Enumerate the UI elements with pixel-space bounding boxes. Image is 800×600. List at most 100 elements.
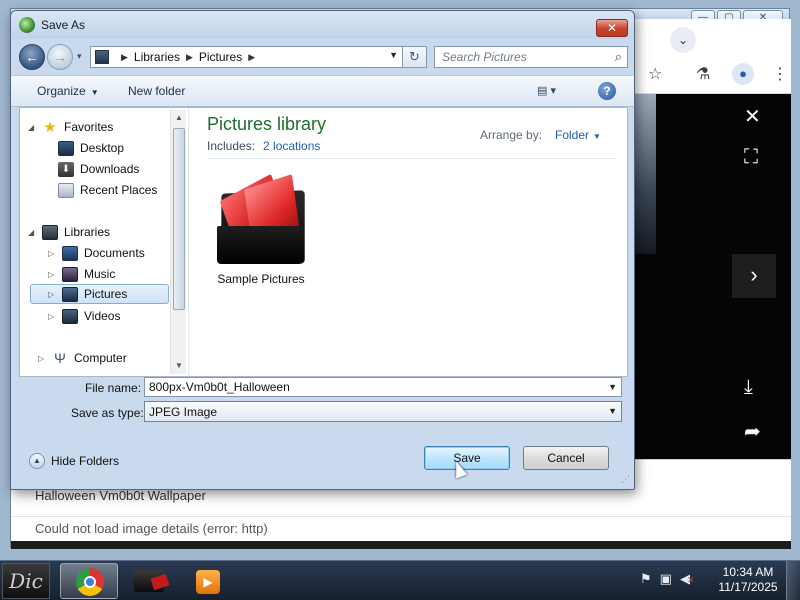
image-caption: Halloween Vm0b0t Wallpaper: [35, 488, 206, 503]
collapsed-arrow-icon[interactable]: ▷: [48, 290, 58, 299]
search-box[interactable]: ⌕: [434, 46, 628, 68]
dialog-title: Save As: [41, 18, 86, 32]
browser-tabstrip: ⌄: [634, 19, 791, 54]
hide-folders-label: Hide Folders: [51, 454, 120, 468]
close-viewer-icon[interactable]: ✕: [744, 104, 761, 129]
save-as-dialog: Save As ✕ ← → ▾ ▶ Libraries ▶ Pictures ▶…: [10, 10, 635, 490]
library-includes: Includes: 2 locations: [207, 139, 320, 153]
navigation-scrollbar[interactable]: ▲ ▼: [170, 110, 186, 374]
breadcrumb-separator-icon[interactable]: ▶: [186, 52, 193, 63]
start-button[interactable]: Dic: [2, 563, 50, 599]
network-icon[interactable]: ▣: [660, 571, 672, 587]
file-name-input[interactable]: [149, 380, 621, 394]
chrome-app-icon: [19, 17, 35, 33]
collapsed-arrow-icon[interactable]: ▷: [48, 312, 58, 321]
action-center-flag-icon[interactable]: ⚑: [640, 571, 652, 587]
locations-link[interactable]: 2 locations: [263, 139, 320, 153]
scroll-down-icon[interactable]: ▼: [171, 358, 187, 374]
kebab-menu-icon[interactable]: ⋮: [772, 64, 788, 84]
search-input[interactable]: [435, 47, 607, 67]
cancel-button[interactable]: Cancel: [523, 446, 609, 470]
new-folder-button[interactable]: New folder: [128, 84, 185, 98]
share-icon[interactable]: ➦: [744, 419, 761, 444]
music-icon: [62, 266, 78, 282]
file-name-field[interactable]: ▼: [144, 377, 622, 397]
libraries-location-icon: [95, 50, 109, 64]
downloads-icon: ⬇: [58, 161, 74, 177]
collapsed-arrow-icon[interactable]: ▷: [38, 354, 48, 363]
tree-item-computer[interactable]: ▷ Ψ Computer: [38, 348, 127, 368]
breadcrumb-libraries[interactable]: Libraries: [134, 50, 180, 64]
tree-item-libraries[interactable]: ◢ Libraries: [28, 222, 110, 242]
breadcrumb-separator-icon[interactable]: ▶: [121, 52, 128, 63]
next-image-button[interactable]: ›: [732, 254, 776, 298]
download-icon[interactable]: ⤓: [744, 376, 753, 399]
fullscreen-icon[interactable]: ⛶: [744, 146, 758, 169]
documents-icon: [62, 245, 78, 261]
taskbar-media-player-button[interactable]: ▶: [180, 563, 238, 599]
volume-muted-icon[interactable]: ◀ ✕: [680, 571, 695, 587]
navigation-pane: ◢ ★ Favorites Desktop ⬇ Downloads Recent…: [20, 108, 188, 376]
save-button[interactable]: Save: [424, 446, 510, 470]
collapsed-arrow-icon[interactable]: ▷: [48, 270, 58, 279]
tree-item-desktop[interactable]: Desktop: [42, 138, 124, 158]
tab-search-chevron-icon[interactable]: ⌄: [670, 27, 696, 53]
dialog-close-button[interactable]: ✕: [596, 19, 628, 37]
desktop-icon: [58, 140, 74, 156]
bookmark-star-icon[interactable]: ☆: [648, 64, 662, 84]
back-button[interactable]: ←: [19, 44, 45, 70]
scrollbar-thumb[interactable]: [173, 128, 185, 310]
resize-grip-icon[interactable]: ⋰: [621, 474, 630, 485]
breadcrumb-pictures[interactable]: Pictures: [199, 50, 242, 64]
folder-item-sample-pictures[interactable]: Sample Pictures: [207, 173, 307, 290]
tree-item-videos[interactable]: ▷ Videos: [48, 306, 120, 326]
arrange-by-value: Folder: [555, 128, 590, 142]
breadcrumb-separator-icon[interactable]: ▶: [248, 52, 255, 63]
hide-folders-button[interactable]: ▲ Hide Folders: [29, 451, 119, 471]
tree-item-label: Downloads: [80, 162, 140, 176]
expanded-arrow-icon[interactable]: ◢: [28, 123, 38, 132]
help-icon[interactable]: ?: [598, 82, 616, 100]
system-tray: ⚑ ▣ ◀ ✕: [640, 571, 695, 587]
tree-item-pictures[interactable]: ▷ Pictures: [30, 284, 169, 304]
organize-chevron-icon: ▼: [90, 88, 99, 97]
address-bar[interactable]: ▶ Libraries ▶ Pictures ▶ ▼: [90, 46, 403, 68]
profile-avatar[interactable]: ●: [732, 63, 754, 85]
tree-item-documents[interactable]: ▷ Documents: [48, 243, 145, 263]
tree-item-label: Computer: [74, 351, 127, 365]
tree-item-music[interactable]: ▷ Music: [48, 264, 115, 284]
taskbar: Dic ▶ ⚑ ▣ ◀ ✕ 10:34 AM 11/17/2025: [0, 560, 800, 600]
search-icon[interactable]: ⌕: [615, 49, 622, 65]
expanded-arrow-icon[interactable]: ◢: [28, 228, 38, 237]
chrome-icon: [76, 568, 104, 596]
clock-time: 10:34 AM: [722, 565, 774, 579]
wallpaper-image: [634, 94, 656, 254]
organize-button[interactable]: Organize ▼: [37, 84, 99, 98]
save-as-type-label: Save as type:: [71, 406, 144, 420]
tree-item-recent-places[interactable]: Recent Places: [42, 180, 157, 200]
computer-icon: Ψ: [54, 350, 66, 366]
arrange-by-dropdown[interactable]: Folder ▼: [555, 128, 601, 142]
save-as-type-select[interactable]: JPEG Image ▼: [144, 401, 622, 422]
recent-locations-icon[interactable]: ▾: [77, 51, 82, 62]
taskbar-explorer-button[interactable]: [120, 563, 178, 599]
tree-item-downloads[interactable]: ⬇ Downloads: [42, 159, 139, 179]
taskbar-chrome-button[interactable]: [60, 563, 118, 599]
scroll-up-icon[interactable]: ▲: [171, 110, 187, 126]
pane-splitter[interactable]: [188, 108, 196, 376]
tree-item-favorites[interactable]: ◢ ★ Favorites: [28, 117, 113, 137]
labs-flask-icon[interactable]: ⚗: [696, 64, 710, 84]
address-dropdown-icon[interactable]: ▼: [389, 50, 398, 60]
collapse-up-icon: ▲: [29, 453, 45, 469]
taskbar-clock[interactable]: 10:34 AM 11/17/2025: [712, 565, 784, 595]
change-view-button[interactable]: ▤ ▾: [537, 84, 573, 100]
refresh-button[interactable]: ↻: [403, 46, 427, 68]
file-list-pane: Pictures library Includes: 2 locations Ar…: [197, 108, 627, 376]
save-as-type-dropdown-icon[interactable]: ▼: [608, 406, 617, 416]
save-as-type-value: JPEG Image: [149, 404, 218, 419]
file-name-dropdown-icon[interactable]: ▼: [608, 382, 617, 392]
show-desktop-button[interactable]: [786, 561, 800, 600]
star-icon: ★: [43, 119, 57, 136]
forward-button[interactable]: →: [47, 44, 73, 70]
collapsed-arrow-icon[interactable]: ▷: [48, 249, 58, 258]
